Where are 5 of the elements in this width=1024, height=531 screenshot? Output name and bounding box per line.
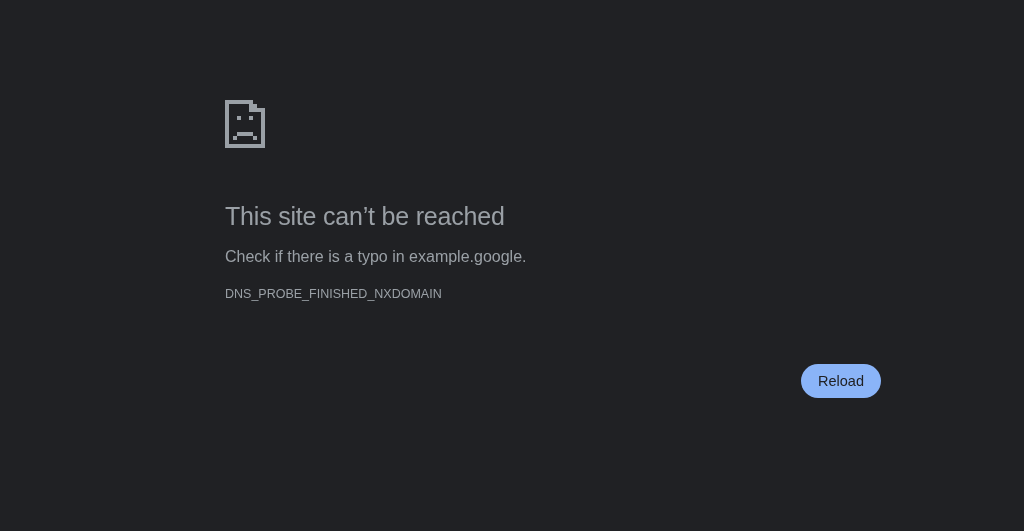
- error-code: DNS_PROBE_FINISHED_NXDOMAIN: [225, 286, 442, 302]
- reload-button[interactable]: Reload: [801, 364, 881, 398]
- error-message: Check if there is a typo in example.google.: [225, 247, 527, 267]
- error-title: This site can’t be reached: [225, 201, 505, 232]
- sad-page-icon: [225, 100, 265, 148]
